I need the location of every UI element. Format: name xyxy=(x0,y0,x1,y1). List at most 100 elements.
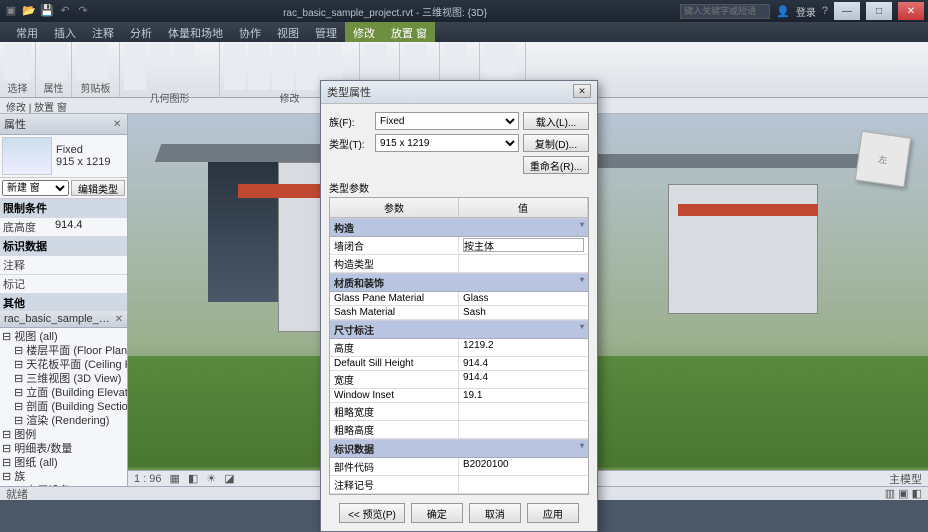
tree-node[interactable]: ⊟ 视图 (all) xyxy=(2,330,125,344)
properties-panel-header[interactable]: 属性 ✕ xyxy=(0,114,127,135)
subscription-icon[interactable]: 👤 xyxy=(776,5,790,18)
app-menu-icon[interactable]: ▣ xyxy=(4,4,18,18)
shadows-icon[interactable]: ◪ xyxy=(224,472,234,485)
tree-node[interactable]: ⊟ 图纸 (all) xyxy=(2,456,125,470)
cancel-button[interactable]: 取消 xyxy=(469,503,521,523)
paste-tool-icon[interactable] xyxy=(76,44,108,80)
param-value[interactable]: B2020100 xyxy=(459,458,588,475)
login-link[interactable]: 登录 xyxy=(796,4,816,19)
preview-button[interactable]: << 预览(P) xyxy=(339,503,405,523)
tab-context[interactable]: 放置 窗 xyxy=(383,22,435,42)
cope-icon[interactable] xyxy=(172,44,194,66)
scale-icon[interactable] xyxy=(296,68,318,90)
tab-view[interactable]: 视图 xyxy=(269,22,307,42)
tree-node[interactable]: ⊟ 图例 xyxy=(2,428,125,442)
param-value[interactable]: 19.1 xyxy=(459,389,588,402)
properties-tool-icon[interactable] xyxy=(40,44,67,80)
view-scale[interactable]: 1 : 96 xyxy=(134,473,162,485)
param-value[interactable] xyxy=(459,476,588,493)
move-icon[interactable] xyxy=(224,44,246,66)
trim-icon[interactable] xyxy=(320,44,342,66)
param-value[interactable] xyxy=(459,421,588,438)
param-value[interactable] xyxy=(459,255,588,272)
prop-group-constraints[interactable]: 限制条件 xyxy=(0,199,127,218)
tab-insert[interactable]: 插入 xyxy=(46,22,84,42)
redo-icon[interactable]: ↷ xyxy=(76,4,90,18)
join-geom-icon[interactable] xyxy=(148,44,170,66)
param-value[interactable]: 1219.2 xyxy=(459,339,588,356)
close-button[interactable]: ✕ xyxy=(898,2,924,20)
cut-geom-icon[interactable] xyxy=(124,44,146,66)
param-group-header[interactable]: 材质和装饰 xyxy=(330,273,588,292)
param-group-header[interactable]: 尺寸标注 xyxy=(330,320,588,339)
undo-icon[interactable]: ↶ xyxy=(58,4,72,18)
prop-group-identity[interactable]: 标识数据 xyxy=(0,237,127,256)
view-icon[interactable] xyxy=(364,44,386,66)
tree-node[interactable]: ⊟ 明细表/数量 xyxy=(2,442,125,456)
mirror-icon[interactable] xyxy=(296,44,318,66)
param-group-header[interactable]: 标识数据 xyxy=(330,439,588,458)
visual-style-icon[interactable]: ◧ xyxy=(188,472,198,485)
save-icon[interactable]: 💾 xyxy=(40,4,54,18)
array-icon[interactable] xyxy=(272,68,294,90)
tree-node[interactable]: ⊟ 天花板平面 (Ceiling Plan) xyxy=(2,358,125,372)
minimize-button[interactable]: — xyxy=(834,2,860,20)
apply-button[interactable]: 应用 xyxy=(527,503,579,523)
type-thumbnail-icon[interactable] xyxy=(2,137,52,175)
open-icon[interactable]: 📂 xyxy=(22,4,36,18)
ok-button[interactable]: 确定 xyxy=(411,503,463,523)
tree-node[interactable]: ⊟ 三维视图 (3D View) xyxy=(2,372,125,386)
prop-group-other[interactable]: 其他 xyxy=(0,294,127,311)
tab-analyze[interactable]: 分析 xyxy=(122,22,160,42)
tree-node[interactable]: ⊟ 楼层平面 (Floor Plan) xyxy=(2,344,125,358)
mode-icon[interactable] xyxy=(484,44,516,80)
detail-level-icon[interactable]: ▦ xyxy=(170,472,180,485)
tree-node[interactable]: ⊟ 渲染 (Rendering) xyxy=(2,414,125,428)
load-button[interactable]: 载入(L)... xyxy=(523,112,589,130)
tab-modify[interactable]: 修改 xyxy=(345,22,383,42)
dialog-close-icon[interactable]: ✕ xyxy=(573,84,591,98)
tab-annotate[interactable]: 注释 xyxy=(84,22,122,42)
param-group-header[interactable]: 构造 xyxy=(330,218,588,237)
tab-collaborate[interactable]: 协作 xyxy=(231,22,269,42)
duplicate-button[interactable]: 复制(D)... xyxy=(523,134,589,152)
param-value[interactable] xyxy=(459,403,588,420)
tree-node[interactable]: ⊟ 族 xyxy=(2,470,125,484)
maximize-button[interactable]: □ xyxy=(866,2,892,20)
select-tool-icon[interactable] xyxy=(4,44,31,80)
param-value[interactable]: 914.4 xyxy=(459,357,588,370)
browser-panel-header[interactable]: rac_basic_sample_project.rvt ✕ xyxy=(0,311,127,328)
param-value[interactable]: Sash xyxy=(459,306,588,319)
worksharing-model[interactable]: 主模型 xyxy=(889,471,922,487)
help-search-input[interactable] xyxy=(680,4,770,19)
tab-home[interactable]: 常用 xyxy=(8,22,46,42)
tab-manage[interactable]: 管理 xyxy=(307,22,345,42)
help-icon[interactable]: ? xyxy=(822,5,828,17)
instance-filter-select[interactable]: 新建 窗 xyxy=(2,180,69,196)
tab-massing[interactable]: 体量和场地 xyxy=(160,22,231,42)
prop-comments-value[interactable] xyxy=(55,257,124,273)
rotate-icon[interactable] xyxy=(272,44,294,66)
param-value[interactable]: 914.4 xyxy=(459,371,588,388)
properties-close-icon[interactable]: ✕ xyxy=(113,119,123,129)
prop-mark-value[interactable] xyxy=(55,276,124,292)
type-select[interactable]: 915 x 1219 xyxy=(375,134,519,152)
tree-node[interactable]: ⊟ 剖面 (Building Section) xyxy=(2,400,125,414)
browser-close-icon[interactable]: ✕ xyxy=(115,314,123,324)
split-icon[interactable] xyxy=(124,68,146,90)
prop-sillheight-value[interactable]: 914.4 xyxy=(55,219,124,235)
measure-icon[interactable] xyxy=(404,44,426,66)
copy-icon[interactable] xyxy=(248,44,270,66)
tree-node[interactable]: ⊟ 立面 (Building Elevation) xyxy=(2,386,125,400)
param-value[interactable] xyxy=(459,237,588,254)
sun-path-icon[interactable]: ☀ xyxy=(206,472,216,485)
create-icon[interactable] xyxy=(444,44,466,66)
family-select[interactable]: Fixed xyxy=(375,112,519,130)
rename-button[interactable]: 重命名(R)... xyxy=(523,156,589,174)
project-browser-tree[interactable]: ⊟ 视图 (all)⊟ 楼层平面 (Floor Plan)⊟ 天花板平面 (Ce… xyxy=(0,328,127,486)
edit-type-button[interactable]: 编辑类型 xyxy=(71,180,125,196)
viewcube[interactable]: 左 xyxy=(855,131,911,187)
param-value[interactable]: Glass xyxy=(459,292,588,305)
offset-icon[interactable] xyxy=(224,68,246,90)
align-icon[interactable] xyxy=(248,68,270,90)
